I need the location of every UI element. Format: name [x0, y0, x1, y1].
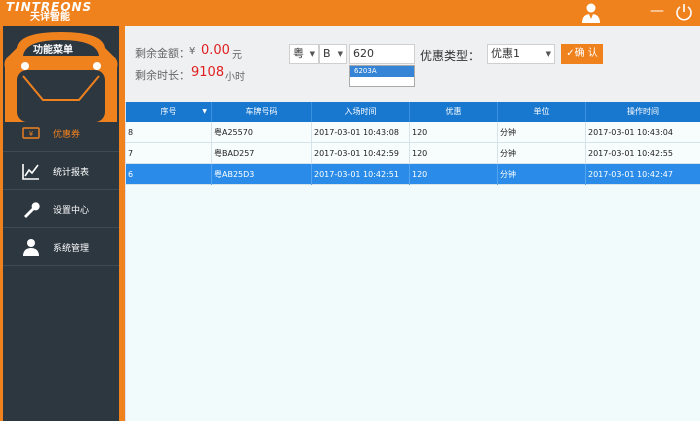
cell-unit: 分钟	[498, 122, 586, 143]
balance-value: 0.00	[201, 43, 230, 58]
cell-operation-time: 2017-03-01 10:42:47	[586, 164, 700, 185]
cell-unit: 分钟	[498, 143, 586, 164]
cell-operation-time: 2017-03-01 10:43:04	[586, 122, 700, 143]
column-header-operation-time[interactable]: 操作时间	[586, 102, 700, 122]
balance-label: 剩余金额：	[135, 47, 190, 60]
svg-text:¥: ¥	[29, 130, 34, 138]
sidebar-item-settings[interactable]: 设置中心	[3, 190, 119, 228]
admin-user-icon	[23, 239, 39, 256]
coupon-icon: ¥	[22, 127, 40, 139]
chevron-down-icon: ▼	[309, 50, 315, 58]
cell-plate: 粤A25570	[212, 122, 312, 143]
letter-value: B	[323, 47, 331, 60]
filter-panel: 剩余金额： ¥ 0.00 元 剩余时长： 9108 小时 粤 ▼ B ▼ 620…	[125, 26, 700, 102]
table-row-selected[interactable]: 6 粤AB25D3 2017-03-01 10:42:51 120 分钟 201…	[126, 164, 700, 185]
column-header-plate[interactable]: 车牌号码	[212, 102, 312, 122]
cell-discount: 120	[410, 122, 498, 143]
power-icon[interactable]	[674, 2, 694, 22]
sidebar-item-label: 设置中心	[53, 206, 90, 216]
check-icon: ✓	[566, 48, 575, 59]
confirm-button[interactable]: ✓确 认	[561, 44, 603, 64]
province-select[interactable]: 粤 ▼	[289, 44, 319, 64]
top-bar: TINTREONS 天详智能 —	[0, 0, 700, 26]
cell-operation-time: 2017-03-01 10:42:55	[586, 143, 700, 164]
table-row[interactable]: 7 粤BAD257 2017-03-01 10:42:59 120 分钟 201…	[126, 143, 700, 164]
chart-icon	[22, 164, 39, 180]
cell-entry-time: 2017-03-01 10:42:51	[312, 164, 410, 185]
discount-type-value: 优惠1	[491, 47, 520, 60]
sidebar-item-coupon[interactable]: ¥ 优惠券	[3, 114, 119, 152]
cell-plate: 粤AB25D3	[212, 164, 312, 185]
balance-unit: 元	[232, 50, 242, 61]
cell-plate: 粤BAD257	[212, 143, 312, 164]
column-header-unit[interactable]: 单位	[498, 102, 586, 122]
time-value: 9108	[191, 65, 225, 80]
cell-index: 7	[126, 143, 212, 164]
table-header: 序号 ▼ 车牌号码 入场时间 优惠 单位 操作时间	[126, 102, 700, 122]
column-header-entry-time[interactable]: 入场时间	[312, 102, 410, 122]
sidebar: 功能菜单 ¥ 优惠券 统计报表 设置中心 系统管理	[0, 26, 122, 421]
cell-discount: 120	[410, 164, 498, 185]
table-row[interactable]: 8 粤A25570 2017-03-01 10:43:08 120 分钟 201…	[126, 122, 700, 143]
app-logo-subtitle: 天详智能	[30, 12, 70, 23]
column-header-discount[interactable]: 优惠	[410, 102, 498, 122]
sidebar-item-reports[interactable]: 统计报表	[3, 152, 119, 190]
chevron-down-icon: ▼	[545, 50, 551, 58]
records-table: 序号 ▼ 车牌号码 入场时间 优惠 单位 操作时间 8 粤A25570 2017-…	[125, 102, 700, 421]
plate-number-input[interactable]: 620	[349, 44, 415, 64]
sidebar-item-label: 系统管理	[53, 244, 90, 254]
sidebar-item-label: 优惠券	[53, 130, 81, 140]
discount-type-label: 优惠类型：	[420, 49, 481, 63]
time-unit: 小时	[225, 72, 245, 83]
letter-select[interactable]: B ▼	[319, 44, 347, 64]
cell-index: 8	[126, 122, 212, 143]
wrench-icon	[24, 202, 40, 218]
suggestion-item[interactable]: 6203A	[350, 66, 414, 77]
confirm-label: 确 认	[574, 48, 598, 59]
column-header-index[interactable]: 序号 ▼	[126, 102, 212, 122]
province-value: 粤	[293, 47, 304, 60]
menu-title: 功能菜单	[33, 45, 73, 56]
cell-entry-time: 2017-03-01 10:43:08	[312, 122, 410, 143]
chevron-down-icon: ▼	[337, 50, 343, 58]
cell-index: 6	[126, 164, 212, 185]
sidebar-item-system[interactable]: 系统管理	[3, 228, 119, 266]
minimize-icon[interactable]: —	[650, 4, 664, 18]
sort-down-icon: ▼	[202, 108, 207, 115]
cell-unit: 分钟	[498, 164, 586, 185]
plate-suggestion-list: 6203A	[349, 65, 415, 87]
cell-entry-time: 2017-03-01 10:42:59	[312, 143, 410, 164]
currency-symbol: ¥	[189, 46, 196, 57]
sidebar-item-label: 统计报表	[53, 168, 90, 178]
user-icon[interactable]	[580, 2, 602, 24]
discount-type-select[interactable]: 优惠1 ▼	[487, 44, 555, 64]
main-content: 剩余金额： ¥ 0.00 元 剩余时长： 9108 小时 粤 ▼ B ▼ 620…	[125, 26, 700, 421]
time-label: 剩余时长：	[135, 69, 190, 82]
cell-discount: 120	[410, 143, 498, 164]
